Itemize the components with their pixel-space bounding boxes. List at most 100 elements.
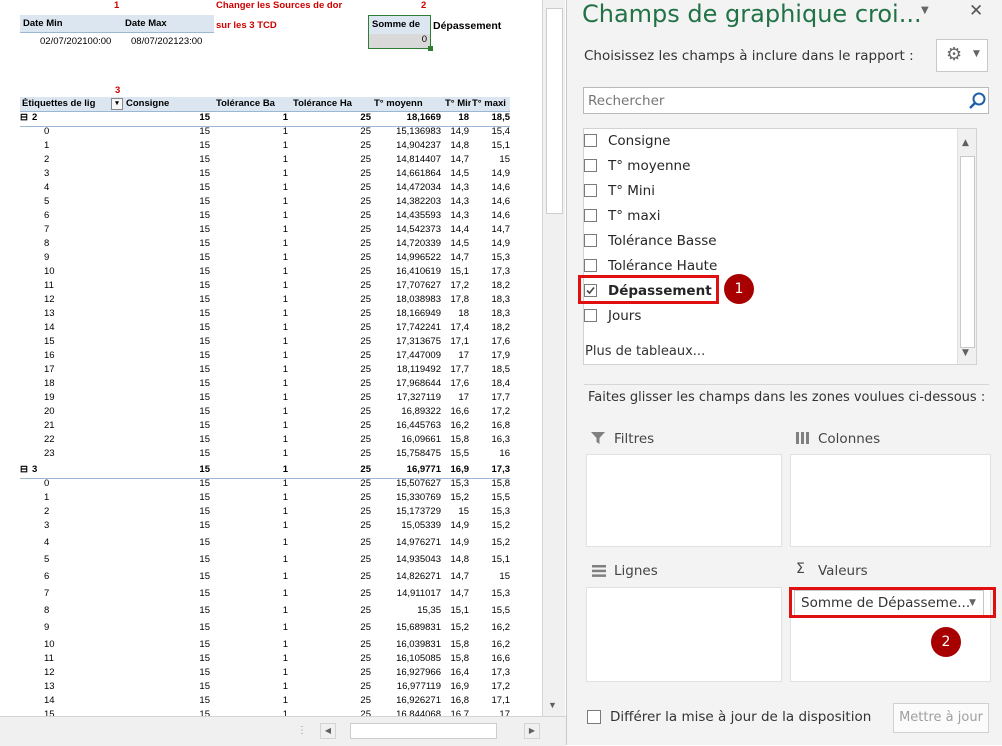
pivot-row[interactable]: 2 15 1 25 14,814407 14,7 15 xyxy=(20,154,510,168)
pivot-row[interactable]: 4 15 1 25 14,976271 14,9 15,2 xyxy=(20,537,510,551)
pivot-row[interactable]: 9 15 1 25 14,996522 14,7 15,3 xyxy=(20,252,510,266)
sheet-vertical-scrollbar[interactable]: ▼ xyxy=(542,0,565,716)
collapse-icon[interactable]: ⊟ xyxy=(20,464,28,475)
pane-options-chevron-icon[interactable]: ▼ xyxy=(921,5,929,16)
pivot-row[interactable]: 2 15 1 25 15,173729 15 15,3 xyxy=(20,506,510,520)
pivot-row[interactable]: 8 15 1 25 15,35 15,1 15,5 xyxy=(20,605,510,619)
filter-dropdown-icon[interactable]: ▾ xyxy=(111,98,123,110)
vertical-scroll-thumb[interactable] xyxy=(546,8,563,214)
pivot-row[interactable]: 18 15 1 25 17,968644 17,6 18,4 xyxy=(20,378,510,392)
pivot-row[interactable]: 8 15 1 25 14,720339 14,5 14,9 xyxy=(20,238,510,252)
pivot-row[interactable]: 15 15 1 25 17,313675 17,1 17,6 xyxy=(20,336,510,350)
defer-update-checkbox[interactable] xyxy=(587,710,601,724)
scroll-down-icon[interactable]: ▼ xyxy=(548,700,557,710)
pivot-group-row[interactable]: ⊟ 2 15 1 25 18,1669 18 18,5 xyxy=(20,112,510,127)
row-value: 17,447009 xyxy=(396,350,441,361)
pivot-row[interactable]: 14 15 1 25 17,742241 17,4 18,2 xyxy=(20,322,510,336)
pivot-row[interactable]: 6 15 1 25 14,435593 14,3 14,6 xyxy=(20,210,510,224)
row-value: 25 xyxy=(360,554,371,565)
field-item[interactable]: T° maxi xyxy=(584,204,954,228)
row-value: 17,1 xyxy=(491,695,511,706)
horizontal-scroll-thumb[interactable] xyxy=(350,723,497,739)
fill-handle[interactable] xyxy=(428,46,433,51)
pivot-row[interactable]: 13 15 1 25 16,977119 16,9 17,2 xyxy=(20,681,510,695)
zone-colonnes-drop[interactable] xyxy=(790,454,991,547)
pivot-row[interactable]: 14 15 1 25 16,926271 16,8 17,1 xyxy=(20,695,510,709)
zone-filtres-drop[interactable] xyxy=(586,454,782,547)
date-max-value[interactable]: 08/07/202123:00 xyxy=(131,36,202,47)
pivot-row[interactable]: 9 15 1 25 15,689831 15,2 16,2 xyxy=(20,622,510,636)
pivot-row[interactable]: 21 15 1 25 16,445763 16,2 16,8 xyxy=(20,420,510,434)
pivot-row[interactable]: 19 15 1 25 17,327119 17 17,7 xyxy=(20,392,510,406)
row-label: 22 xyxy=(44,434,55,445)
pivot-row[interactable]: 11 15 1 25 17,707627 17,2 18,2 xyxy=(20,280,510,294)
search-icon[interactable] xyxy=(969,92,987,110)
scroll-up-icon[interactable]: ▲ xyxy=(962,138,969,148)
pivot-row[interactable]: 1 15 1 25 14,904237 14,8 15,1 xyxy=(20,140,510,154)
pivot-row[interactable]: 1 15 1 25 15,330769 15,2 15,5 xyxy=(20,492,510,506)
update-button[interactable]: Mettre à jour xyxy=(893,703,989,733)
pivot-row[interactable]: 10 15 1 25 16,410619 15,1 17,3 xyxy=(20,266,510,280)
field-item[interactable]: Consigne xyxy=(584,129,954,153)
field-item[interactable]: T° moyenne xyxy=(584,154,954,178)
pivot-row[interactable]: 12 15 1 25 18,038983 17,8 18,3 xyxy=(20,294,510,308)
pivot-row[interactable]: 20 15 1 25 16,89322 16,6 17,2 xyxy=(20,406,510,420)
row-label: 13 xyxy=(44,681,55,692)
pivot-row[interactable]: 5 15 1 25 14,935043 14,8 15,1 xyxy=(20,554,510,568)
selected-cell[interactable]: Somme de 0 xyxy=(368,15,433,51)
row-value: 17 xyxy=(499,709,510,716)
field-item[interactable]: Jours xyxy=(584,304,954,328)
scroll-right-icon[interactable]: ▶ xyxy=(524,723,540,739)
pivot-row[interactable]: 7 15 1 25 14,542373 14,4 14,7 xyxy=(20,224,510,238)
sheet-horizontal-scrollbar[interactable]: ⋮ ◀ ▶ xyxy=(0,716,566,746)
field-checkbox[interactable] xyxy=(584,309,597,322)
pivot-row[interactable]: 17 15 1 25 18,119492 17,7 18,5 xyxy=(20,364,510,378)
pivot-group-row[interactable]: ⊟ 3 15 1 25 16,9771 16,9 17,3 xyxy=(20,464,510,479)
pivot-row[interactable]: 5 15 1 25 14,382203 14,3 14,6 xyxy=(20,196,510,210)
pivot-row[interactable]: 15 15 1 25 16,844068 16,7 17 xyxy=(20,709,510,716)
pivot-row[interactable]: 10 15 1 25 16,039831 15,8 16,2 xyxy=(20,639,510,653)
row-value: 15 xyxy=(199,681,210,692)
pivot-row[interactable]: 16 15 1 25 17,447009 17 17,9 xyxy=(20,350,510,364)
pivot-row[interactable]: 23 15 1 25 15,758475 15,5 16 xyxy=(20,448,510,462)
date-min-value[interactable]: 02/07/202100:00 xyxy=(40,36,111,47)
pivot-row[interactable]: 0 15 1 25 15,507627 15,3 15,8 xyxy=(20,478,510,492)
scroll-down-icon[interactable]: ▼ xyxy=(962,348,969,358)
row-value: 25 xyxy=(360,140,371,151)
collapse-icon[interactable]: ⊟ xyxy=(20,112,28,123)
field-checkbox[interactable] xyxy=(584,134,597,147)
field-checkbox[interactable] xyxy=(584,209,597,222)
pivot-row[interactable]: 7 15 1 25 14,911017 14,7 15,3 xyxy=(20,588,510,602)
close-icon[interactable]: ✕ xyxy=(969,1,983,21)
pivot-row[interactable]: 22 15 1 25 16,09661 15,8 16,3 xyxy=(20,434,510,448)
split-handle-icon[interactable]: ⋮ xyxy=(297,725,307,736)
row-label: 15 xyxy=(44,709,55,716)
pivot-row[interactable]: 3 15 1 25 14,661864 14,5 14,9 xyxy=(20,168,510,182)
row-value: 25 xyxy=(360,695,371,706)
pivot-row[interactable]: 6 15 1 25 14,826271 14,7 15 xyxy=(20,571,510,585)
tools-gear-button[interactable]: ⚙ ▼ xyxy=(936,39,988,72)
field-item[interactable]: T° Mini xyxy=(584,179,954,203)
date-max-header: Date Max xyxy=(122,15,214,33)
more-tables-link[interactable]: Plus de tableaux... xyxy=(585,344,705,359)
field-checkbox[interactable] xyxy=(584,159,597,172)
pivot-row[interactable]: 12 15 1 25 16,927966 16,4 17,3 xyxy=(20,667,510,681)
pivot-row[interactable]: 11 15 1 25 16,105085 15,8 16,6 xyxy=(20,653,510,667)
zone-lignes-drop[interactable] xyxy=(586,587,782,682)
search-box[interactable] xyxy=(583,87,989,114)
pivot-row[interactable]: 3 15 1 25 15,05339 14,9 15,2 xyxy=(20,520,510,534)
field-checkbox[interactable] xyxy=(584,234,597,247)
pivot-row[interactable]: 13 15 1 25 18,166949 18 18,3 xyxy=(20,308,510,322)
field-list-scrollbar[interactable]: ▲ ▼ xyxy=(957,129,976,364)
row-value: 1 xyxy=(282,140,288,151)
row-value: 14,661864 xyxy=(396,168,441,179)
search-input[interactable] xyxy=(586,91,960,111)
pivot-row[interactable]: 0 15 1 25 15,136983 14,9 15,4 xyxy=(20,126,510,140)
pivot-row[interactable]: 4 15 1 25 14,472034 14,3 14,6 xyxy=(20,182,510,196)
field-list-scroll-thumb[interactable] xyxy=(960,156,975,348)
field-checkbox[interactable] xyxy=(584,259,597,272)
row-value: 14,3 xyxy=(450,182,470,193)
field-item[interactable]: Tolérance Basse xyxy=(584,229,954,253)
scroll-left-icon[interactable]: ◀ xyxy=(320,723,336,739)
field-checkbox[interactable] xyxy=(584,184,597,197)
